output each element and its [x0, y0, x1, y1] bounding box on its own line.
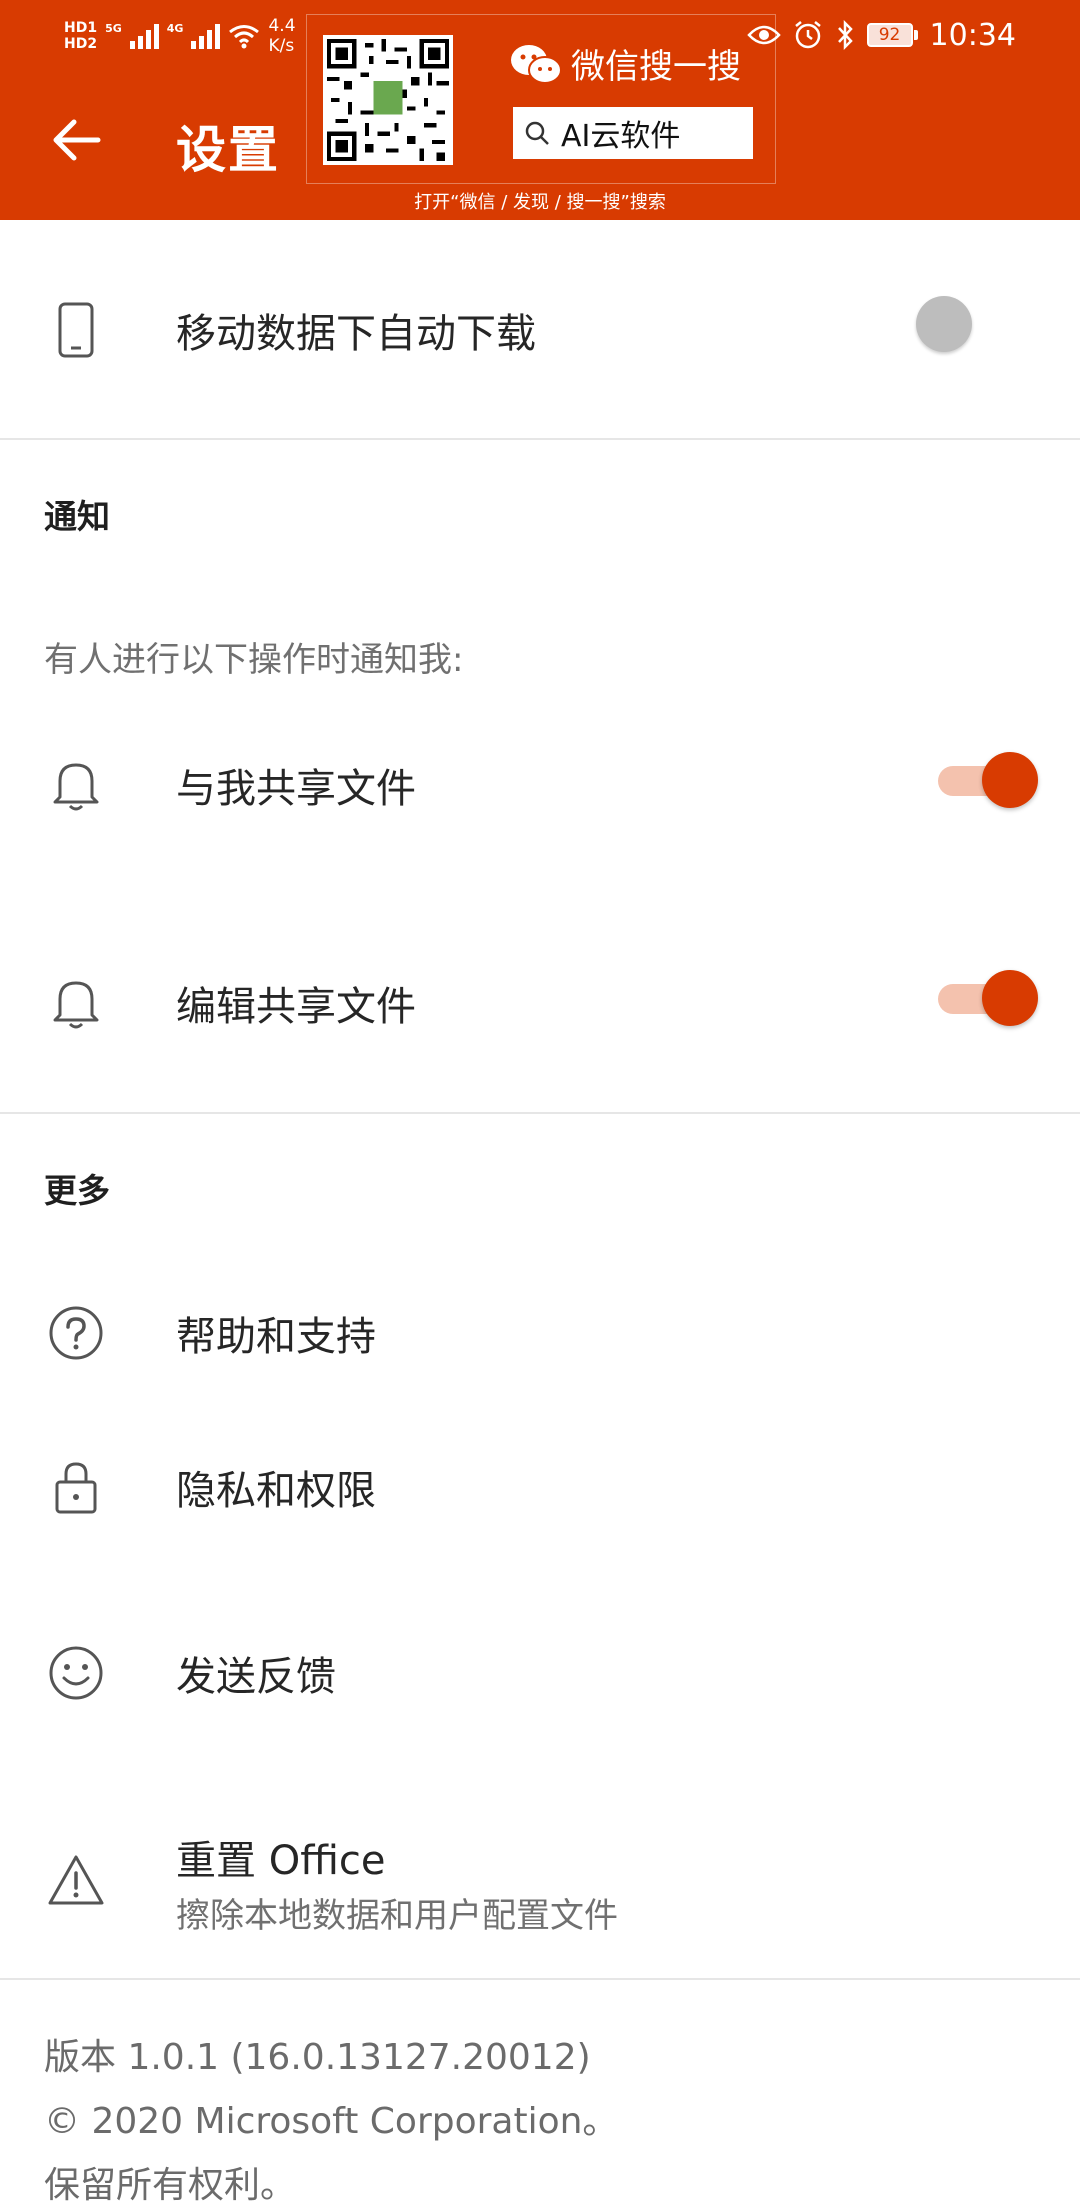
- page-title: 设置: [176, 121, 280, 179]
- notify-shared-with-me-row[interactable]: 与我共享文件: [0, 730, 1080, 840]
- notify-edit-shared-toggle[interactable]: [938, 968, 1038, 1028]
- notifications-heading: 通知: [44, 497, 110, 536]
- app-bar: HD1 HD2 5G 4G 4.4 K/s 92 10:34 设置 微信搜一搜 …: [0, 0, 1080, 220]
- rights-text: 保留所有权利。: [44, 2165, 297, 2206]
- phone-icon: [44, 298, 108, 362]
- promo-search-text: AI云软件: [561, 119, 681, 154]
- wechat-search-label: 微信搜一搜: [509, 39, 741, 88]
- battery-tip: [913, 30, 918, 40]
- search-icon: [525, 121, 549, 145]
- notify-shared-with-me-label: 与我共享文件: [176, 766, 416, 812]
- wifi-icon: [229, 25, 260, 49]
- network-speed: 4.4 K/s: [268, 16, 296, 56]
- reset-office-subtitle: 擦除本地数据和用户配置文件: [176, 1896, 618, 1936]
- hd-indicators: HD1 HD2: [64, 20, 97, 52]
- status-bar-right: 92 10:34: [746, 10, 1016, 60]
- alarm-icon: [794, 21, 821, 49]
- notify-edit-shared-row[interactable]: 编辑共享文件: [0, 948, 1080, 1058]
- toggle-thumb: [982, 970, 1038, 1026]
- promo-search-box[interactable]: AI云软件: [513, 107, 753, 159]
- notify-shared-with-me-toggle[interactable]: [938, 750, 1038, 810]
- privacy-label: 隐私和权限: [176, 1467, 376, 1514]
- divider: [0, 438, 1080, 440]
- qr-code-icon: [323, 35, 453, 165]
- mobile-data-toggle[interactable]: [916, 294, 1006, 354]
- send-feedback-row[interactable]: 发送反馈: [0, 1620, 1080, 1725]
- more-heading: 更多: [44, 1171, 110, 1210]
- version-text: 版本 1.0.1 (16.0.13127.20012): [44, 2037, 591, 2078]
- notifications-hint: 有人进行以下操作时通知我:: [44, 640, 464, 680]
- hd2-indicator: HD2: [64, 36, 98, 52]
- toggle-thumb: [916, 296, 972, 352]
- signal-icon: [129, 23, 159, 49]
- mobile-data-label: 移动数据下自动下载: [176, 311, 536, 357]
- smiley-icon: [44, 1641, 108, 1705]
- help-support-row[interactable]: 帮助和支持: [0, 1280, 1080, 1385]
- send-feedback-label: 发送反馈: [176, 1653, 336, 1700]
- status-bar-left: HD1 HD2 5G 4G 4.4 K/s: [64, 8, 296, 64]
- back-arrow-icon[interactable]: [48, 112, 104, 168]
- toggle-thumb: [982, 752, 1038, 808]
- divider: [0, 1112, 1080, 1114]
- battery-level: 92: [866, 23, 913, 47]
- divider: [0, 1978, 1080, 1980]
- notify-edit-shared-label: 编辑共享文件: [176, 984, 416, 1030]
- promo-caption: 打开“微信 / 发现 / 搜一搜”搜索: [414, 192, 666, 213]
- reset-office-row[interactable]: 重置 Office 擦除本地数据和用户配置文件: [0, 1818, 1080, 1938]
- help-icon: [44, 1301, 108, 1365]
- network-type-2: 4G: [166, 21, 184, 35]
- bluetooth-icon: [837, 20, 853, 50]
- wechat-search-text: 微信搜一搜: [571, 47, 741, 87]
- wechat-icon: [511, 44, 562, 84]
- bell-icon: [44, 753, 108, 817]
- copyright-text: © 2020 Microsoft Corporation。: [44, 2101, 619, 2142]
- network-type-1: 5G: [105, 21, 122, 35]
- help-support-label: 帮助和支持: [176, 1313, 376, 1360]
- clock: 10:34: [929, 17, 1016, 53]
- reset-office-label: 重置 Office: [176, 1838, 386, 1884]
- signal-icon-2: [191, 23, 221, 49]
- warning-icon: [44, 1848, 108, 1912]
- hd1-indicator: HD1: [64, 20, 98, 36]
- lock-icon: [44, 1455, 108, 1519]
- battery-indicator: 92: [866, 23, 918, 47]
- privacy-row[interactable]: 隐私和权限: [0, 1434, 1080, 1539]
- bell-icon: [44, 971, 108, 1035]
- promo-banner[interactable]: 微信搜一搜 AI云软件: [306, 14, 776, 184]
